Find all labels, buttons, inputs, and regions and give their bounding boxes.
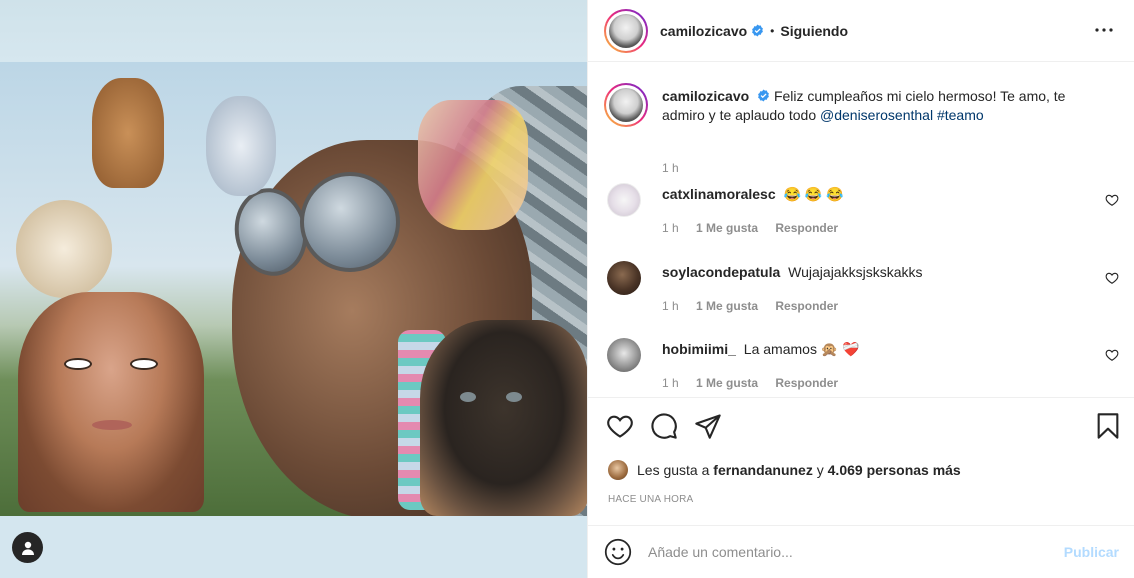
comment-reply-button[interactable]: Responder [775,376,838,390]
more-options-icon [1095,28,1113,32]
comment-username[interactable]: hobimiimi_ [662,341,736,357]
verified-badge-icon [752,24,764,37]
caption-time[interactable]: 1 h [662,161,679,175]
header-separator: • [770,23,775,38]
caption-username[interactable]: camilozicavo [662,88,749,104]
comment-body: La amamos 🙊 ❤️‍🩹 [743,341,860,357]
sticker-dog-white [206,96,276,196]
comment-username[interactable]: catxlinamoralesc [662,186,776,202]
photo-sunglasses-right [300,172,400,272]
comment-text: hobimiimi_ La amamos 🙊 ❤️‍🩹 [662,340,860,358]
comment-input[interactable] [648,544,1064,560]
likes-prefix: Les gusta a [637,462,710,478]
tagged-users-button[interactable] [12,532,43,563]
verified-badge-icon [758,89,769,102]
comment-likes-link[interactable]: 1 Me gusta [696,376,758,390]
post-side-panel: camilozicavo • Siguiendo camilozicavo Fe… [587,0,1134,578]
post-comment-button[interactable]: Publicar [1064,544,1119,560]
post-timestamp[interactable]: HACE UNA HORA [608,494,693,505]
caption-avatar[interactable] [604,83,648,127]
comment-meta: 1 h 1 Me gusta Responder [662,299,852,313]
comment-meta: 1 h 1 Me gusta Responder [662,221,852,235]
comment-body: Wujajajakksjskskakks [788,264,923,280]
liker-avatar[interactable] [608,460,628,480]
caption-text: camilozicavo Feliz cumpleaños mi cielo h… [662,87,1102,125]
comment-text: soylacondepatula Wujajajakksjskskakks [662,263,923,281]
more-options-button[interactable] [1094,18,1114,42]
comment-avatar[interactable] [607,183,641,217]
caption-meta: 1 h [662,161,691,175]
comment-time[interactable]: 1 h [662,221,679,235]
post-actions: Les gusta a fernandanunez y 4.069 person… [588,397,1134,525]
comment-likes-link[interactable]: 1 Me gusta [696,299,758,313]
comment-composer: Publicar [588,525,1134,578]
comment-like-heart-icon[interactable] [1105,193,1119,207]
media-bottom-border [0,516,587,578]
sticker-dog-fluffy [16,200,112,298]
comment-time[interactable]: 1 h [662,299,679,313]
comment-likes-link[interactable]: 1 Me gusta [696,221,758,235]
comment-item: soylacondepatula Wujajajakksjskskakks 1 … [604,261,1119,331]
comment-avatar[interactable] [607,338,641,372]
comment-meta: 1 h 1 Me gusta Responder [662,376,852,390]
comment-icon[interactable] [650,412,678,440]
comment-username[interactable]: soylacondepatula [662,264,780,280]
author-avatar[interactable] [604,8,648,53]
author-username[interactable]: camilozicavo [660,23,747,39]
sticker-cat [420,320,587,516]
follow-status-button[interactable]: Siguiendo [780,23,848,39]
post-media[interactable] [0,0,587,578]
cat-eye-left [460,392,476,402]
likes-joiner: y [816,462,824,478]
post-header: camilozicavo • Siguiendo [588,0,1134,62]
comment-text: catxlinamoralesc 😂 😂 😂 [662,185,844,203]
likes-count-link[interactable]: 4.069 personas más [828,462,961,478]
likes-summary: Les gusta a fernandanunez y 4.069 person… [608,460,961,480]
heart-icon[interactable] [606,412,634,440]
cat-eye-right [506,392,522,402]
painting-eye-right [130,358,158,370]
comment-time[interactable]: 1 h [662,376,679,390]
emoji-icon[interactable] [604,538,632,566]
comments-list[interactable]: camilozicavo Feliz cumpleaños mi cielo h… [588,63,1134,397]
comment-reply-button[interactable]: Responder [775,221,838,235]
sticker-dog-brown [92,78,164,188]
comment-like-heart-icon[interactable] [1105,348,1119,362]
comment-like-heart-icon[interactable] [1105,271,1119,285]
caption-hashtag-link[interactable]: #teamo [937,107,984,123]
media-top-border [0,0,587,62]
comment-reply-button[interactable]: Responder [775,299,838,313]
painting-mouth [92,420,132,430]
sticker-painted-portrait [18,292,204,512]
comment-avatar[interactable] [607,261,641,295]
share-icon[interactable] [694,412,722,440]
comment-item: catxlinamoralesc 😂 😂 😂 1 h 1 Me gusta Re… [604,183,1119,253]
sticker-person [418,100,528,230]
caption-mention-link[interactable]: @deniserosenthal [820,107,933,123]
painting-eye-left [64,358,92,370]
profile-icon [21,541,34,555]
liker-username[interactable]: fernandanunez [713,462,813,478]
comment-item: hobimiimi_ La amamos 🙊 ❤️‍🩹 1 h 1 Me gus… [604,338,1119,397]
bookmark-icon[interactable] [1094,412,1122,440]
comment-body: 😂 😂 😂 [783,186,844,202]
